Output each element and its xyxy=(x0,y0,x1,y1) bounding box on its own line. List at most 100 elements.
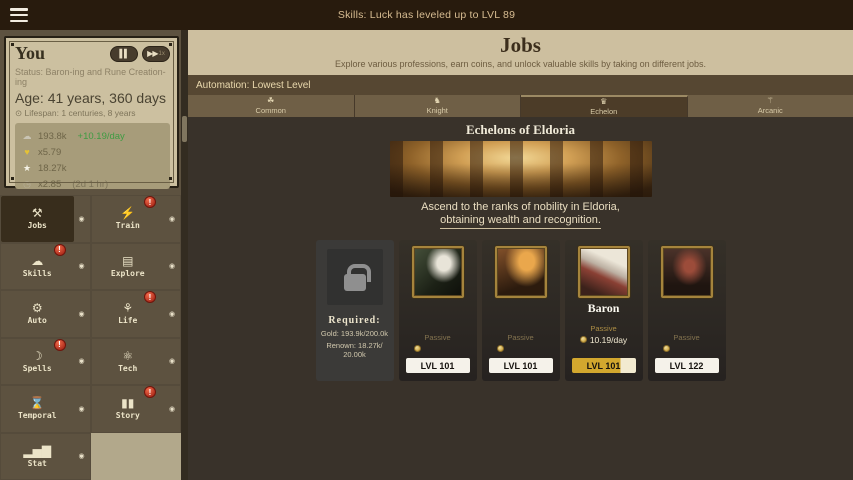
job-category-tabs: ☘ Common ♞ Knight ♛ Echelon ⚚ Arcanic xyxy=(188,95,853,117)
top-bar: Skills: Luck has leveled up to LVL 89 xyxy=(0,0,853,30)
visibility-toggle-icon[interactable]: ◉ xyxy=(78,405,84,413)
tab-common[interactable]: ☘ Common xyxy=(188,95,355,117)
job-card-baron[interactable]: Baron Passive 10.19/day LVL 101 xyxy=(565,240,643,381)
sidebar-empty-cell xyxy=(91,433,182,480)
sidebar-item-tech: ⚛ Tech ◉ xyxy=(91,338,182,386)
player-age: Age: 41 years, 360 days xyxy=(15,90,170,106)
sidebar-item-skills-button[interactable]: ☁ Skills ! xyxy=(1,244,74,290)
main-area: Jobs Explore various professions, earn c… xyxy=(188,30,853,480)
job-cards-row: Required: Gold: 193.9k/200.0k Renown: 18… xyxy=(188,240,853,381)
level-button-active[interactable]: LVL 101 xyxy=(572,358,636,373)
pages-icon: ▮▮ xyxy=(121,397,134,409)
echelon-banner-image xyxy=(390,141,652,197)
sidebar-item-stat: ▂▅▇ Stat ◉ xyxy=(0,433,91,480)
alert-badge: ! xyxy=(54,339,66,351)
left-column: You ▌▌ ▶▶ 1x Status: Baron-ing and Rune … xyxy=(0,30,188,480)
lock-icon xyxy=(344,274,366,291)
sidebar-item-jobs-button[interactable]: ⚒ Jobs xyxy=(1,196,74,242)
automation-bar[interactable]: Automation: Lowest Level xyxy=(188,75,853,95)
speed-button[interactable]: ▶▶ 1x xyxy=(142,46,170,62)
player-lifespan: Lifespan: 1 centuries, 8 years xyxy=(25,108,136,118)
visibility-toggle-icon[interactable]: ◉ xyxy=(78,452,84,460)
sidebar-item-train-button[interactable]: ⚡ Train ! xyxy=(92,196,165,242)
plant-icon: ☘ xyxy=(267,97,274,105)
coin-icon xyxy=(497,345,504,352)
job-card[interactable]: Passive LVL 101 xyxy=(482,240,560,381)
bar-chart-icon: ▂▅▇ xyxy=(23,445,51,457)
level-button[interactable]: LVL 101 xyxy=(406,358,470,373)
sidebar-item-tech-button[interactable]: ⚛ Tech xyxy=(92,339,165,385)
visibility-toggle-icon[interactable]: ◉ xyxy=(78,357,84,365)
level-button[interactable]: LVL 122 xyxy=(655,358,719,373)
locked-job-card: Required: Gold: 193.9k/200.0k Renown: 18… xyxy=(316,240,394,381)
sidebar-item-story: ▮▮ Story ! ◉ xyxy=(91,385,182,433)
page-subtitle: Explore various professions, earn coins,… xyxy=(188,59,853,69)
coin-icon xyxy=(414,345,421,352)
player-status: Status: Baron-ing and Rune Creation-ing xyxy=(15,67,170,87)
visibility-toggle-icon[interactable]: ◉ xyxy=(169,405,175,413)
stat-row-time: ◷ x2.85 (2d 1 hr) xyxy=(21,176,164,192)
sidebar-scrollbar[interactable] xyxy=(181,30,188,480)
sidebar-item-auto-button[interactable]: ⚙ Auto xyxy=(1,291,74,337)
job-portrait xyxy=(412,246,464,298)
passive-label: Passive xyxy=(399,333,477,342)
echelon-content: Echelons of Eldoria Ascend to the ranks … xyxy=(188,117,853,480)
sidebar-item-skills: ☁ Skills ! ◉ xyxy=(0,243,91,291)
visibility-toggle-icon[interactable]: ◉ xyxy=(169,357,175,365)
job-card[interactable]: Passive LVL 101 xyxy=(399,240,477,381)
coins-income: +10.19/day xyxy=(78,131,125,142)
sidebar-item-story-button[interactable]: ▮▮ Story ! xyxy=(92,386,165,432)
tab-arcanic[interactable]: ⚚ Arcanic xyxy=(688,95,853,117)
sidebar-item-explore: ▤ Explore ◉ xyxy=(91,243,182,291)
sidebar-item-train: ⚡ Train ! ◉ xyxy=(91,195,182,243)
page-title: Jobs xyxy=(188,33,853,58)
sidebar-item-spells: ☽ Spells ! ◉ xyxy=(0,338,91,386)
visibility-toggle-icon[interactable]: ◉ xyxy=(78,310,84,318)
happiness-value: x5.79 xyxy=(38,147,61,158)
alert-badge: ! xyxy=(54,244,66,256)
section-title: Echelons of Eldoria xyxy=(188,122,853,138)
visibility-toggle-icon[interactable]: ◉ xyxy=(169,262,175,270)
crown-icon: ♛ xyxy=(600,98,607,106)
income-per-day: 10.19/day xyxy=(590,335,627,345)
person-icon: ⚘ xyxy=(122,302,133,314)
pause-button[interactable]: ▌▌ xyxy=(110,46,138,62)
visibility-toggle-icon[interactable]: ◉ xyxy=(78,262,84,270)
visibility-toggle-icon[interactable]: ◉ xyxy=(169,215,175,223)
sidebar-item-life-button[interactable]: ⚘ Life ! xyxy=(92,291,165,337)
player-panel-title: You xyxy=(15,43,45,64)
required-renown: Renown: 18.27k/ 20.00k xyxy=(316,341,394,359)
coins-value: 193.8k xyxy=(38,131,67,142)
sidebar-item-spells-button[interactable]: ☽ Spells ! xyxy=(1,339,74,385)
sidebar-item-temporal-button[interactable]: ⌛ Temporal xyxy=(1,386,74,432)
passive-label: Passive xyxy=(482,333,560,342)
coins-icon: ☁ xyxy=(21,131,33,142)
level-button[interactable]: LVL 101 xyxy=(489,358,553,373)
coin-icon xyxy=(663,345,670,352)
visibility-toggle-icon[interactable]: ◉ xyxy=(169,310,175,318)
sidebar-item-life: ⚘ Life ! ◉ xyxy=(91,290,182,338)
alert-badge: ! xyxy=(144,196,156,208)
section-description: Ascend to the ranks of nobility in Eldor… xyxy=(188,201,853,229)
heart-icon: ♥ xyxy=(21,147,33,157)
fast-forward-icon: ▶▶ xyxy=(147,49,157,58)
required-gold: Gold: 193.9k/200.0k xyxy=(316,329,394,338)
sidebar-item-auto: ⚙ Auto ◉ xyxy=(0,290,91,338)
renown-value: 18.27k xyxy=(38,163,67,174)
brain-icon: ☁ xyxy=(31,255,43,267)
alert-badge: ! xyxy=(144,386,156,398)
job-portrait xyxy=(578,246,630,298)
tab-knight[interactable]: ♞ Knight xyxy=(355,95,522,117)
gears-icon: ⚛ xyxy=(122,350,133,362)
sidebar-item-stat-button[interactable]: ▂▅▇ Stat xyxy=(1,434,74,480)
hamburger-menu-icon[interactable] xyxy=(8,5,30,25)
scrollbar-handle[interactable] xyxy=(182,116,187,142)
pickaxe-icon: ⚒ xyxy=(32,207,43,219)
tab-echelon[interactable]: ♛ Echelon xyxy=(521,95,688,117)
star-icon: ★ xyxy=(21,163,33,174)
notification-text: Skills: Luck has leveled up to LVL 89 xyxy=(0,9,853,21)
job-card[interactable]: Passive LVL 122 xyxy=(648,240,726,381)
coin-icon xyxy=(580,336,587,343)
sidebar-item-explore-button[interactable]: ▤ Explore xyxy=(92,244,165,290)
visibility-toggle-icon[interactable]: ◉ xyxy=(78,215,84,223)
